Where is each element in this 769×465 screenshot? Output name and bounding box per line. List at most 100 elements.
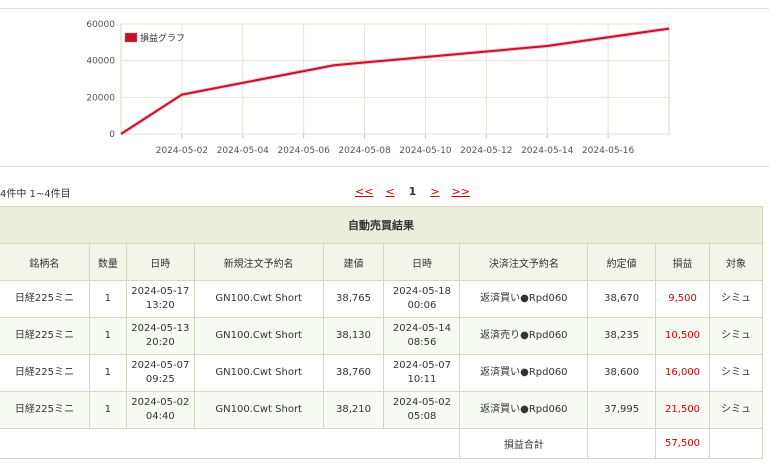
y-tick-label: 20000 — [86, 93, 115, 103]
cell-open-price: 38,130 — [322, 317, 385, 355]
cell-open-date: 2024-05-02 — [131, 397, 190, 408]
header-close-price: 約定値 — [587, 243, 657, 281]
total-spacer — [0, 428, 461, 459]
header-open-price: 建値 — [322, 243, 385, 281]
cell-close-price: 38,670 — [587, 280, 657, 318]
cell-open-time: 20:20 — [145, 337, 175, 348]
table-row: 日経225ミニ 1 2024-05-13 20:20 GN100.Cwt Shor… — [0, 317, 763, 355]
total-row: 損益合計 57,500 — [0, 428, 763, 459]
header-quantity: 数量 — [88, 243, 127, 281]
cell-close-time: 10:11 — [407, 374, 437, 385]
total-pnl: 57,500 — [655, 428, 711, 459]
result-count: 4件中 1~4件目 — [0, 189, 71, 200]
cell-target: シミュ — [709, 280, 763, 318]
cell-symbol: 日経225ミニ — [0, 280, 90, 318]
section-divider — [0, 166, 769, 167]
header-symbol: 銘柄名 — [0, 243, 90, 281]
header-target: 対象 — [709, 243, 763, 281]
cell-target: シミュ — [709, 391, 763, 429]
cell-pnl: 10,500 — [655, 317, 711, 355]
table-header-row: 銘柄名 数量 日時 新規注文予約名 建値 日時 決済注文予約名 約定値 損益 対… — [0, 243, 763, 281]
header-close-datetime: 日時 — [383, 243, 461, 281]
y-tick-label: 40000 — [86, 57, 115, 67]
cell-close-datetime: 2024-05-07 10:11 — [383, 354, 461, 392]
pagination: << < 1 > >> — [355, 185, 470, 198]
cell-open-time: 13:20 — [145, 300, 175, 311]
table-row: 日経225ミニ 1 2024-05-07 09:25 GN100.Cwt Shor… — [0, 354, 763, 392]
pager-current-page: 1 — [408, 185, 417, 198]
cell-open-order: GN100.Cwt Short — [193, 354, 324, 392]
x-tick-label: 2024-05-04 — [217, 146, 270, 156]
cell-quantity: 1 — [88, 317, 127, 355]
cell-open-time: 09:25 — [145, 374, 175, 385]
cell-close-time: 05:08 — [407, 411, 437, 422]
header-open-order: 新規注文予約名 — [193, 243, 324, 281]
header-pnl: 損益 — [655, 243, 711, 281]
cell-close-time: 08:56 — [407, 337, 437, 348]
cell-symbol: 日経225ミニ — [0, 391, 90, 429]
cell-close-order: 返済買い●Rpd060 — [459, 280, 589, 318]
total-label: 損益合計 — [459, 428, 589, 459]
cell-target: シミュ — [709, 354, 763, 392]
cell-close-datetime: 2024-05-18 00:06 — [383, 280, 461, 318]
cell-open-price: 38,765 — [322, 280, 385, 318]
cell-target: シミュ — [709, 317, 763, 355]
cell-open-price: 38,760 — [322, 354, 385, 392]
legend-label: 損益グラフ — [140, 32, 185, 44]
table-caption-row: 自動売買結果 — [0, 206, 763, 244]
x-tick-label: 2024-05-14 — [521, 146, 574, 156]
x-tick-label: 2024-05-12 — [460, 146, 512, 156]
pager-first-link[interactable]: << — [355, 185, 373, 198]
cell-quantity: 1 — [88, 391, 127, 429]
cell-close-date: 2024-05-07 — [392, 360, 452, 371]
table-caption: 自動売買結果 — [0, 206, 763, 244]
cell-open-order: GN100.Cwt Short — [193, 391, 324, 429]
cell-open-datetime: 2024-05-07 09:25 — [125, 354, 195, 392]
cell-close-price: 37,995 — [587, 391, 657, 429]
header-close-order: 決済注文予約名 — [459, 243, 589, 281]
header-open-datetime: 日時 — [125, 243, 195, 281]
x-tick-label: 2024-05-08 — [338, 146, 391, 156]
cell-close-date: 2024-05-02 — [392, 397, 452, 408]
cell-symbol: 日経225ミニ — [0, 317, 90, 355]
cell-open-datetime: 2024-05-17 13:20 — [125, 280, 195, 318]
y-tick-label: 0 — [109, 130, 115, 140]
x-tick-label: 2024-05-02 — [156, 146, 208, 156]
cell-open-date: 2024-05-13 — [131, 323, 190, 334]
cell-open-date: 2024-05-07 — [131, 360, 190, 371]
cell-quantity: 1 — [88, 354, 127, 392]
legend-swatch — [124, 32, 138, 43]
cell-pnl: 16,000 — [655, 354, 711, 392]
cell-close-date: 2024-05-18 — [392, 286, 452, 297]
cell-open-datetime: 2024-05-13 20:20 — [125, 317, 195, 355]
cell-open-datetime: 2024-05-02 04:40 — [125, 391, 195, 429]
pager-last-link[interactable]: >> — [452, 185, 470, 198]
total-spacer-2 — [587, 428, 657, 459]
cell-pnl: 9,500 — [655, 280, 711, 318]
cell-close-datetime: 2024-05-14 08:56 — [383, 317, 461, 355]
cell-close-date: 2024-05-14 — [392, 323, 452, 334]
cell-close-order: 返済買い●Rpd060 — [459, 354, 589, 392]
x-tick-label: 2024-05-06 — [278, 146, 331, 156]
table-row: 日経225ミニ 1 2024-05-02 04:40 GN100.Cwt Shor… — [0, 391, 763, 429]
top-divider — [0, 8, 769, 9]
cell-close-order: 返済買い●Rpd060 — [459, 391, 589, 429]
total-spacer-3 — [709, 428, 763, 459]
cell-quantity: 1 — [88, 280, 127, 318]
cell-pnl: 21,500 — [655, 391, 711, 429]
cell-open-price: 38,210 — [322, 391, 385, 429]
cell-close-price: 38,600 — [587, 354, 657, 392]
pager-prev-link[interactable]: < — [385, 185, 394, 198]
x-tick-label: 2024-05-16 — [582, 146, 635, 156]
cell-close-datetime: 2024-05-02 05:08 — [383, 391, 461, 429]
profit-chart: 2024-05-02 2024-05-04 2024-05-06 2024-05-08… — [86, 20, 670, 156]
x-tick-label: 2024-05-10 — [399, 146, 452, 156]
table-row: 日経225ミニ 1 2024-05-17 13:20 GN100.Cwt Shor… — [0, 280, 763, 318]
cell-open-date: 2024-05-17 — [131, 286, 190, 297]
y-tick-label: 60000 — [86, 20, 115, 30]
cell-close-time: 00:06 — [407, 300, 437, 311]
cell-open-order: GN100.Cwt Short — [193, 280, 324, 318]
cell-symbol: 日経225ミニ — [0, 354, 90, 392]
pager-next-link[interactable]: > — [430, 185, 439, 198]
cell-open-time: 04:40 — [145, 411, 175, 422]
